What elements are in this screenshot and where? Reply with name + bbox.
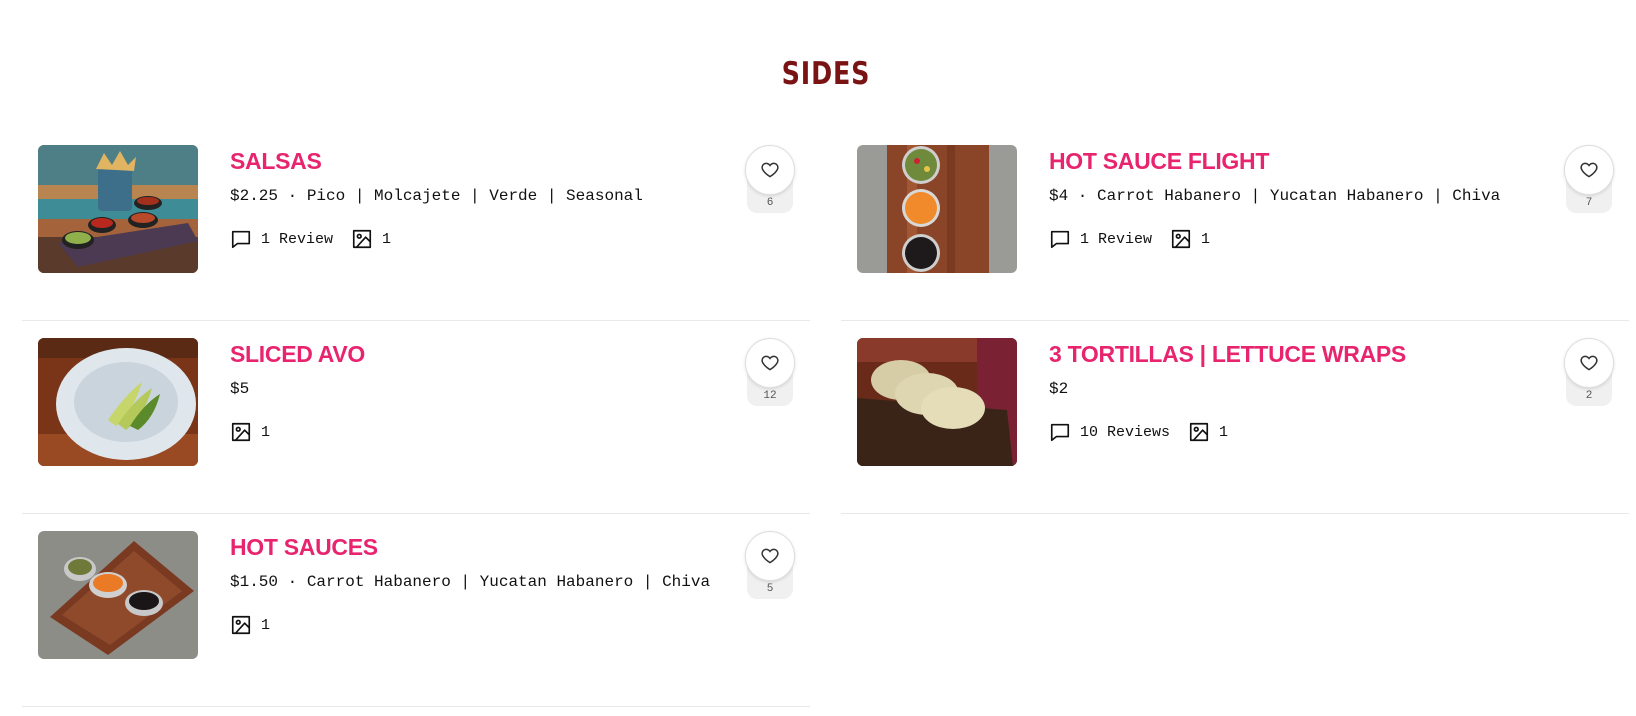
photos-link[interactable]: 1	[230, 614, 270, 636]
like-count: 12	[763, 390, 777, 402]
photos-count: 1	[382, 230, 392, 248]
favorite-button[interactable]	[745, 531, 795, 581]
salsas-photo[interactable]	[38, 145, 198, 273]
item-description: $5	[230, 380, 250, 398]
reviews-link[interactable]: 1 Review	[230, 228, 333, 250]
tortillas-photo[interactable]	[857, 338, 1017, 466]
comment-icon	[1050, 423, 1070, 442]
heart-icon	[761, 355, 779, 371]
item-description: $1.50 · Carrot Habanero | Yucatan Habane…	[230, 573, 711, 591]
favorite-button[interactable]	[1564, 145, 1614, 195]
favorite: 2	[1564, 338, 1614, 408]
hot-sauces-photo[interactable]	[38, 531, 198, 659]
heart-icon	[761, 162, 779, 178]
like-count: 7	[1585, 197, 1593, 209]
item-meta: 1 Review 1	[1049, 228, 1228, 250]
image-icon	[231, 615, 251, 635]
menu-item[interactable]: HOT SAUCE FLIGHT $4 · Carrot Habanero | …	[841, 128, 1629, 321]
reviews-link[interactable]: 1 Review	[1049, 228, 1152, 250]
photos-count: 1	[261, 616, 271, 634]
item-name[interactable]: HOT SAUCES	[230, 534, 378, 561]
item-description: $2.25 · Pico | Molcajete | Verde | Seaso…	[230, 187, 643, 205]
favorite: 5	[745, 531, 795, 601]
favorite-button[interactable]	[1564, 338, 1614, 388]
section-title: SIDES	[781, 56, 871, 92]
like-count: 5	[766, 583, 774, 595]
menu-item[interactable]: SLICED AVO $5 1 12	[22, 321, 810, 514]
favorite: 12	[745, 338, 795, 408]
image-icon	[231, 422, 251, 442]
photos-count: 1	[1201, 230, 1211, 248]
photos-count: 1	[261, 423, 271, 441]
item-meta: 10 Reviews 1	[1049, 421, 1246, 443]
item-meta: 1 Review 1	[230, 228, 409, 250]
sliced-avo-photo[interactable]	[38, 338, 198, 466]
heart-icon	[1580, 355, 1598, 371]
like-count: 2	[1585, 390, 1593, 402]
photos-link[interactable]: 1	[1188, 421, 1228, 443]
photos-count: 1	[1219, 423, 1229, 441]
item-description: $4 · Carrot Habanero | Yucatan Habanero …	[1049, 187, 1501, 205]
item-name[interactable]: HOT SAUCE FLIGHT	[1049, 148, 1269, 175]
item-name[interactable]: 3 TORTILLAS | LETTUCE WRAPS	[1049, 341, 1406, 368]
image-icon	[352, 229, 372, 249]
comment-icon	[1050, 230, 1070, 249]
photos-link[interactable]: 1	[1170, 228, 1210, 250]
comment-icon	[231, 230, 251, 249]
reviews-link[interactable]: 10 Reviews	[1049, 421, 1170, 443]
photos-link[interactable]: 1	[351, 228, 391, 250]
hot-sauce-flight-photo[interactable]	[857, 145, 1017, 273]
heart-icon	[761, 548, 779, 564]
favorite: 7	[1564, 145, 1614, 215]
photos-link[interactable]: 1	[230, 421, 270, 443]
reviews-count: 1 Review	[261, 230, 334, 248]
favorite-button[interactable]	[745, 338, 795, 388]
item-meta: 1	[230, 614, 288, 636]
heart-icon	[1580, 162, 1598, 178]
favorite: 6	[745, 145, 795, 215]
item-meta: 1	[230, 421, 288, 443]
menu-item[interactable]: HOT SAUCES $1.50 · Carrot Habanero | Yuc…	[22, 514, 810, 707]
item-name[interactable]: SALSAS	[230, 148, 322, 175]
image-icon	[1171, 229, 1191, 249]
item-description: $2	[1049, 380, 1069, 398]
reviews-count: 1 Review	[1080, 230, 1153, 248]
image-icon	[1189, 422, 1209, 442]
like-count: 6	[766, 197, 774, 209]
favorite-button[interactable]	[745, 145, 795, 195]
menu-item[interactable]: 3 TORTILLAS | LETTUCE WRAPS $2 10 Review…	[841, 321, 1629, 514]
reviews-count: 10 Reviews	[1080, 423, 1171, 441]
item-name[interactable]: SLICED AVO	[230, 341, 365, 368]
menu-item[interactable]: SALSAS $2.25 · Pico | Molcajete | Verde …	[22, 128, 810, 321]
